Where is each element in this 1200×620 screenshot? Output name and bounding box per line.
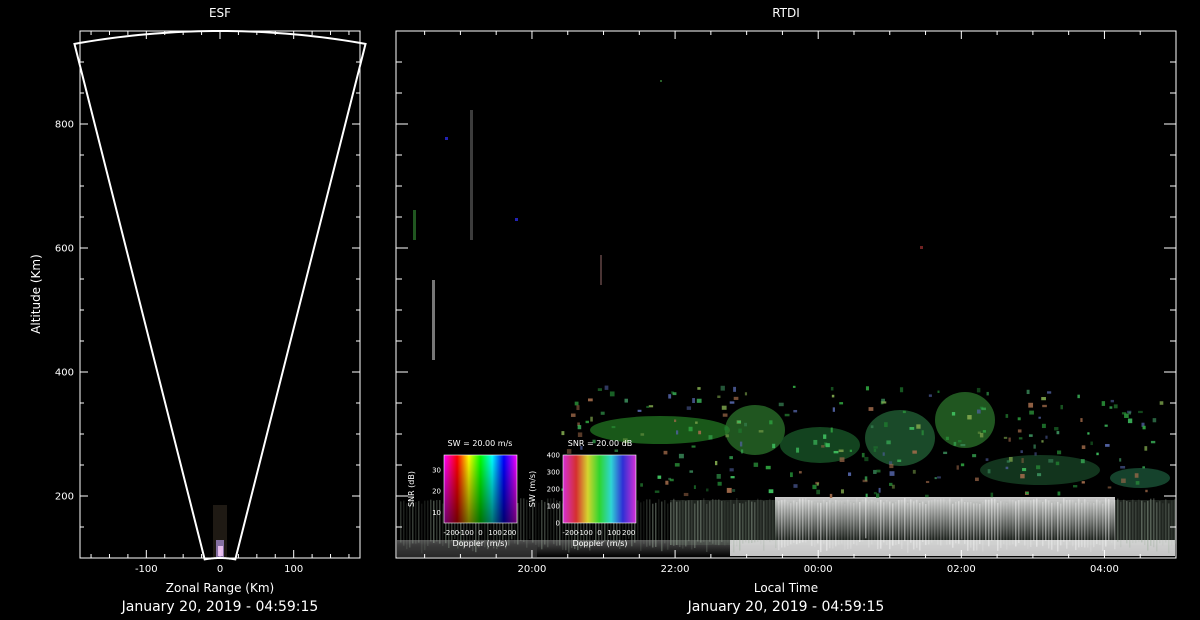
legend-xtick-label: -100 xyxy=(458,529,474,537)
rtdi-xtick-label: 00:00 xyxy=(804,564,833,575)
radar-figure: ESF Zonal Range (Km) January 20, 2019 - … xyxy=(29,6,1177,615)
legend-xtick-label: 0 xyxy=(597,529,601,537)
esf-xtick-label: 100 xyxy=(284,564,303,575)
legend-xtick-label: 200 xyxy=(622,529,635,537)
esf-panel: ESF Zonal Range (Km) January 20, 2019 - … xyxy=(29,6,367,615)
esf-title: ESF xyxy=(209,6,231,20)
legend-ytick-label: 200 xyxy=(547,486,560,494)
legend-ytick-label: 100 xyxy=(547,503,560,511)
rtdi-xlabel: Local Time xyxy=(754,581,818,595)
rtdi-xtick-label: 20:00 xyxy=(518,564,547,575)
esf-ylabel: Altitude (Km) xyxy=(29,254,43,334)
legend-snr-ylabel: SW (m/s) xyxy=(528,471,537,507)
legend-ytick-label: 20 xyxy=(432,488,441,496)
esf-xtick-label: 0 xyxy=(217,564,223,575)
legend-sw-ylabel: SNR (dB) xyxy=(407,471,416,507)
rtdi-title: RTDI xyxy=(772,6,800,20)
legend-sw-xlabel: Doppler (m/s) xyxy=(452,539,507,548)
legend-snr-title: SNR = 20.00 dB xyxy=(568,439,632,448)
rtdi-xtick-label: 02:00 xyxy=(947,564,976,575)
esf-xtick-label: -100 xyxy=(135,564,158,575)
legend-ytick-label: 0 xyxy=(556,520,560,528)
legend-xtick-label: -100 xyxy=(577,529,593,537)
legend-xtick-label: 200 xyxy=(503,529,516,537)
legend-xtick-label: 0 xyxy=(478,529,482,537)
esf-frame xyxy=(79,30,361,559)
legend-sw-title: SW = 20.00 m/s xyxy=(448,439,513,448)
esf-xlabel: Zonal Range (Km) xyxy=(166,581,274,595)
esf-ytick-label: 400 xyxy=(55,368,74,379)
esf-echo xyxy=(213,505,227,557)
rtdi-date: January 20, 2019 - 04:59:15 xyxy=(687,599,885,615)
legend-xtick-label: -200 xyxy=(562,529,578,537)
esf-ytick-label: 600 xyxy=(55,244,74,255)
rtdi-xtick-label: 04:00 xyxy=(1090,564,1119,575)
rtdi-xtick-label: 22:00 xyxy=(661,564,690,575)
legend-xtick-label: -200 xyxy=(443,529,459,537)
legend-xtick-label: 100 xyxy=(488,529,501,537)
esf-ytick-label: 200 xyxy=(55,492,74,503)
esf-date: January 20, 2019 - 04:59:15 xyxy=(121,599,319,615)
legend-ytick-label: 10 xyxy=(432,509,441,517)
legend-xtick-label: 100 xyxy=(607,529,620,537)
legend-ytick-label: 30 xyxy=(432,466,441,474)
legend-snr-xlabel: Doppler (m/s) xyxy=(572,539,627,548)
esf-ytick-label: 800 xyxy=(55,120,74,131)
legend-ytick-label: 400 xyxy=(547,452,560,460)
legend-ytick-label: 300 xyxy=(547,469,560,477)
rtdi-panel: RTDI Local Time January 20, 2019 - 04:59… xyxy=(395,6,1177,615)
